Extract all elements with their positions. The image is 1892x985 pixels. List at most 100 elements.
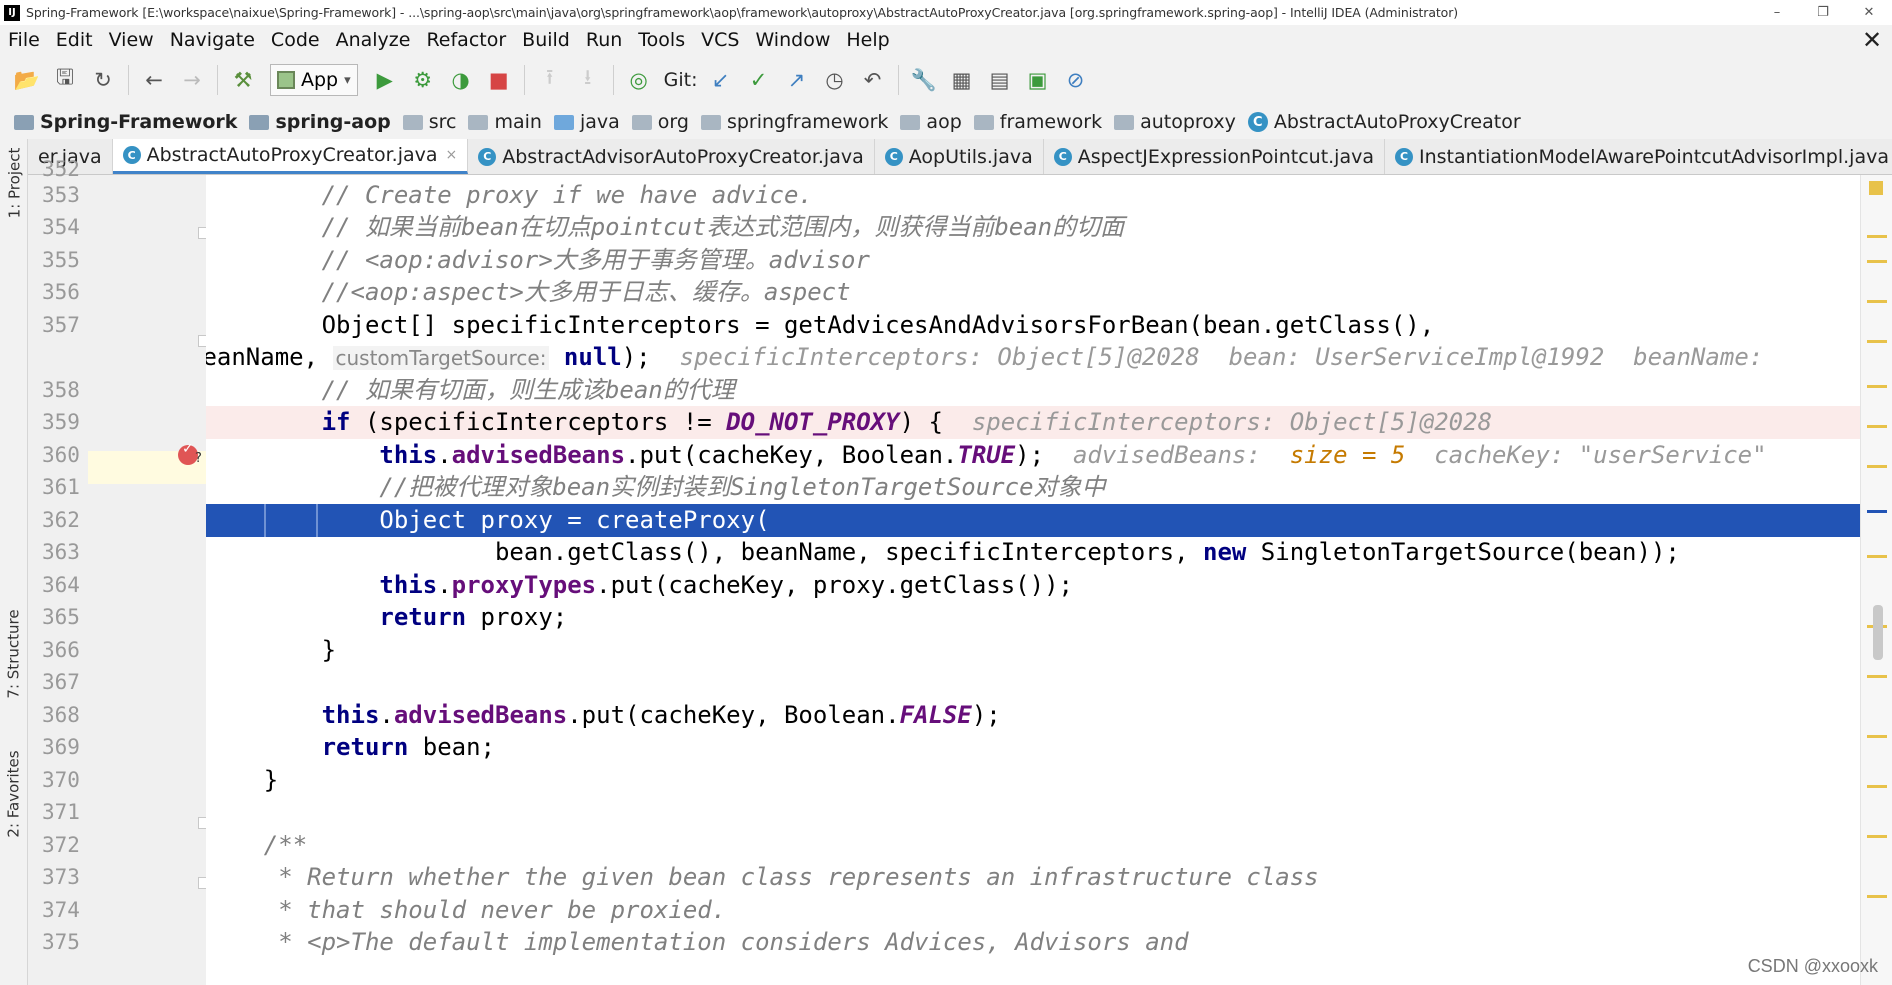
close-icon[interactable]: ✕ <box>1852 25 1892 55</box>
tab-aspectj-expression-pointcut[interactable]: C AspectJExpressionPointcut.java <box>1044 139 1385 174</box>
code-line-373: * Return whether the given bean class re… <box>263 863 1319 891</box>
error-stripe-scrollbar[interactable] <box>1860 175 1892 985</box>
menu-tools[interactable]: Tools <box>630 29 693 51</box>
warning-status-icon[interactable] <box>1869 181 1883 195</box>
sdk-manager-icon[interactable]: ▤ <box>981 61 1019 99</box>
power-save-icon[interactable]: ⊘ <box>1057 61 1095 99</box>
debug-inline-value: specificInterceptors: Object[5]@2028 <box>971 408 1493 436</box>
code-line-374: * that should never be proxied. <box>263 896 727 924</box>
menu-file[interactable]: File <box>0 29 48 51</box>
warning-marker[interactable] <box>1867 300 1887 303</box>
vm-monitor-icon[interactable]: ▣ <box>1019 61 1057 99</box>
tool-window-structure[interactable]: 7: Structure <box>0 599 28 709</box>
breadcrumb-item[interactable]: Spring-Framework <box>14 111 249 133</box>
main-toolbar: 📂 🖫 ↻ ← → ⚒ App ▾ ▶ ⚙ ◑ ■ ⭱ ⭳ ◎ Git: ↙ ✓… <box>0 55 1892 105</box>
coverage-icon[interactable]: ◎ <box>620 61 658 99</box>
history-clock-icon[interactable]: ◷ <box>816 61 854 99</box>
tab-aop-utils[interactable]: C AopUtils.java <box>875 139 1044 174</box>
git-commit-check-icon[interactable]: ✓ <box>740 61 778 99</box>
menu-navigate[interactable]: Navigate <box>162 29 263 51</box>
close-icon[interactable]: × <box>446 147 458 163</box>
tool-window-favorites[interactable]: 2: Favorites <box>0 739 28 849</box>
line-number: 371 <box>42 800 80 824</box>
open-folder-icon[interactable]: 📂 <box>8 61 46 99</box>
menu-run[interactable]: Run <box>578 29 630 51</box>
menu-view[interactable]: View <box>101 29 162 51</box>
code-editor[interactable]: // Create proxy if we have advice. // 如果… <box>206 175 1860 985</box>
warning-marker[interactable] <box>1867 260 1887 263</box>
code-line-364: this.proxyTypes.put(cacheKey, proxy.getC… <box>379 571 1073 599</box>
tab-abstract-auto-proxy-creator[interactable]: C AbstractAutoProxyCreator.java × <box>112 139 469 174</box>
sync-icon[interactable]: ↻ <box>84 61 122 99</box>
line-number: 362 <box>42 508 80 532</box>
warning-marker[interactable] <box>1867 340 1887 343</box>
breadcrumb-item[interactable]: springframework <box>700 111 900 133</box>
warning-marker[interactable] <box>1867 675 1887 678</box>
scrollbar-thumb[interactable] <box>1873 605 1883 660</box>
rollback-icon[interactable]: ↶ <box>854 61 892 99</box>
debug-bug-icon[interactable]: ⚙ <box>404 61 442 99</box>
git-update-icon[interactable]: ↙ <box>702 61 740 99</box>
breadcrumb-item[interactable]: C AbstractAutoProxyCreator <box>1247 111 1533 133</box>
code-line-363: bean.getClass(), beanName, specificInter… <box>494 538 1680 566</box>
breadcrumb-item[interactable]: src <box>402 111 469 133</box>
stop-icon[interactable]: ■ <box>480 61 518 99</box>
warning-marker[interactable] <box>1867 425 1887 428</box>
breadcrumb-item[interactable]: java <box>553 111 632 133</box>
back-arrow-icon[interactable]: ← <box>135 61 173 99</box>
build-hammer-icon[interactable]: ⚒ <box>224 61 262 99</box>
tab-abstract-advisor-auto-proxy-creator[interactable]: C AbstractAdvisorAutoProxyCreator.java <box>468 139 875 174</box>
breadcrumb-item[interactable]: org <box>631 111 701 133</box>
warning-marker[interactable] <box>1867 235 1887 238</box>
class-icon: C <box>1395 147 1413 166</box>
warning-marker[interactable] <box>1867 465 1887 468</box>
breadcrumb-item[interactable]: main <box>468 111 553 133</box>
warning-marker[interactable] <box>1867 785 1887 788</box>
watermark: CSDN @xxooxk <box>1747 956 1878 976</box>
warning-marker[interactable] <box>1867 895 1887 898</box>
project-structure-icon[interactable]: ▦ <box>943 61 981 99</box>
menu-code[interactable]: Code <box>263 29 328 51</box>
code-line-369: return bean; <box>321 733 495 761</box>
tab-instantiation-model-aware-pointcut-advisor-impl[interactable]: C InstantiationModelAwarePointcutAdvisorI… <box>1385 139 1892 174</box>
window-close-button[interactable]: ✕ <box>1846 0 1892 25</box>
conditional-breakpoint-icon[interactable]: ✓ ? <box>178 441 202 467</box>
attach-debugger-icon[interactable]: ⭱ <box>531 61 569 99</box>
warning-marker[interactable] <box>1867 385 1887 388</box>
code-line-353: // Create proxy if we have advice. <box>321 181 813 209</box>
menu-vcs[interactable]: VCS <box>693 29 747 51</box>
line-number: 361 <box>42 475 80 499</box>
menu-refactor[interactable]: Refactor <box>418 29 514 51</box>
menu-analyze[interactable]: Analyze <box>328 29 419 51</box>
code-line-365: return proxy; <box>379 603 568 631</box>
minimize-button[interactable]: – <box>1754 0 1800 25</box>
run-icon[interactable]: ▶ <box>366 61 404 99</box>
settings-wrench-icon[interactable]: 🔧 <box>905 61 943 99</box>
breadcrumb-item[interactable]: framework <box>973 111 1114 133</box>
breadcrumb-item[interactable]: spring-aop <box>249 111 402 133</box>
menu-window[interactable]: Window <box>747 29 838 51</box>
code-line-368: this.advisedBeans.put(cacheKey, Boolean.… <box>321 701 1001 729</box>
warning-marker[interactable] <box>1867 735 1887 738</box>
tool-window-project[interactable]: 1: Project <box>0 143 28 223</box>
menu-build[interactable]: Build <box>514 29 578 51</box>
title-bar: IJ Spring-Framework [E:\workspace\naixue… <box>0 0 1892 25</box>
current-line-marker[interactable] <box>1867 510 1887 513</box>
git-push-icon[interactable]: ↗ <box>778 61 816 99</box>
breadcrumb-item[interactable]: autoproxy <box>1114 111 1248 133</box>
debug-inline-value: advisedBeans: <box>1072 441 1261 469</box>
forward-arrow-icon[interactable]: → <box>173 61 211 99</box>
folder-icon <box>553 114 574 130</box>
run-configuration-select[interactable]: App ▾ <box>270 64 358 96</box>
menu-edit[interactable]: Edit <box>48 29 101 51</box>
restore-button[interactable]: ❐ <box>1800 0 1846 25</box>
menu-help[interactable]: Help <box>838 29 897 51</box>
class-icon: C <box>884 147 903 166</box>
run-with-coverage-icon[interactable]: ◑ <box>442 61 480 99</box>
save-all-icon[interactable]: 🖫 <box>46 61 84 99</box>
update-running-app-icon[interactable]: ⭳ <box>569 61 607 99</box>
toolbar-separator <box>523 65 525 95</box>
warning-marker[interactable] <box>1867 555 1887 558</box>
breadcrumb-item[interactable]: aop <box>900 111 973 133</box>
warning-marker[interactable] <box>1867 835 1887 838</box>
